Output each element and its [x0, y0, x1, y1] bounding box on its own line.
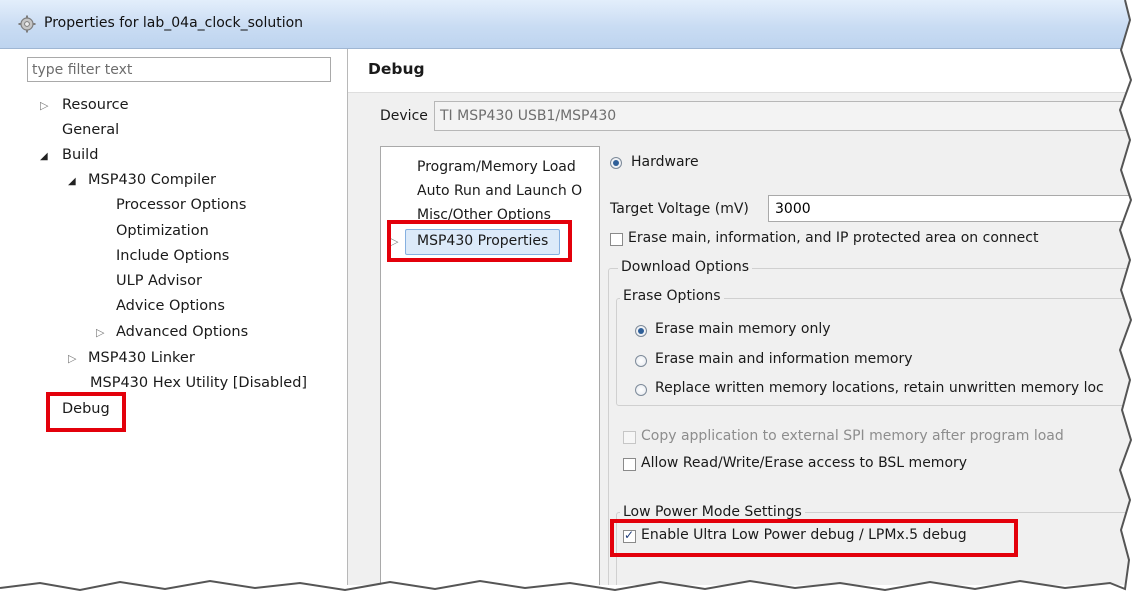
erase-main-info-label: Erase main and information memory — [655, 351, 913, 367]
device-label: Device — [380, 108, 428, 124]
triangle-right-icon[interactable]: ▷ — [96, 321, 104, 345]
erase-on-connect-checkbox[interactable] — [610, 233, 623, 246]
debug-category-list: Program/Memory Load Auto Run and Launch … — [380, 146, 600, 585]
low-power-title: Low Power Mode Settings — [620, 504, 805, 520]
debug-highlight-box — [46, 392, 126, 432]
tree-item-label: Advice Options — [116, 298, 225, 314]
debug-properties-pane: Debug Device TI MSP430 USB1/MSP430 Progr… — [348, 49, 1130, 585]
allow-bsl-label: Allow Read/Write/Erase access to BSL mem… — [641, 455, 968, 471]
page-header: Debug — [348, 49, 1130, 93]
tree-item-label: MSP430 Linker — [88, 350, 195, 366]
copy-spi-checkbox[interactable] — [623, 431, 636, 444]
tree-item-label: Resource — [62, 97, 129, 113]
tree-item-processor-options[interactable]: Processor Options — [116, 193, 246, 217]
page-title: Debug — [368, 60, 425, 78]
tree-item-label: Processor Options — [116, 197, 247, 213]
tree-item-ulp-advisor[interactable]: ULP Advisor — [116, 269, 202, 293]
gear-icon — [18, 15, 36, 33]
tree-item-label: Build — [62, 147, 99, 163]
title-bar[interactable]: Properties for lab_04a_clock_solution — [0, 0, 1130, 49]
triangle-right-icon[interactable]: ▷ — [40, 94, 48, 118]
tree-item-label: MSP430 Hex Utility [Disabled] — [90, 375, 308, 391]
erase-main-info-radio[interactable] — [635, 355, 647, 367]
erase-on-connect-label: Erase main, information, and IP protecte… — [628, 230, 1039, 246]
download-options-title: Download Options — [618, 259, 753, 275]
triangle-right-icon[interactable]: ▷ — [68, 347, 76, 371]
replace-written-radio[interactable] — [635, 384, 647, 396]
category-tree-pane: ▷ Resource General ◢ Build ◢ MSP430 Comp… — [0, 49, 348, 585]
filter-input[interactable] — [27, 57, 331, 82]
tree-item-label: ULP Advisor — [116, 273, 202, 289]
category-auto-run[interactable]: Auto Run and Launch O — [417, 180, 599, 202]
hardware-label: Hardware — [631, 154, 699, 170]
window-title: Properties for lab_04a_clock_solution — [44, 15, 304, 31]
tree-item-label: General — [62, 122, 120, 138]
triangle-down-icon[interactable]: ◢ — [68, 170, 76, 194]
copy-spi-label: Copy application to external SPI memory … — [641, 428, 1064, 444]
replace-written-label: Replace written memory locations, retain… — [655, 380, 1104, 396]
msp430-properties-settings: Hardware Target Voltage (mV) Erase main,… — [598, 146, 1130, 585]
msp430-properties-highlight-box — [387, 220, 572, 262]
tree-item-include-options[interactable]: Include Options — [116, 244, 229, 268]
target-voltage-input[interactable] — [768, 195, 1130, 222]
debug-settings-body: Device TI MSP430 USB1/MSP430 Program/Mem… — [348, 93, 1130, 585]
hardware-radio[interactable] — [610, 157, 622, 169]
erase-main-only-radio[interactable] — [635, 325, 647, 337]
erase-main-only-label: Erase main memory only — [655, 321, 831, 337]
target-voltage-label: Target Voltage (mV) — [610, 201, 749, 217]
triangle-down-icon[interactable]: ◢ — [40, 145, 48, 169]
tree-item-label: Include Options — [116, 248, 230, 264]
category-program-memory-load[interactable]: Program/Memory Load — [417, 156, 599, 178]
tree-item-label: MSP430 Compiler — [88, 172, 217, 188]
tree-item-label: Optimization — [116, 223, 209, 239]
tree-item-advice-options[interactable]: Advice Options — [116, 294, 225, 318]
tree-item-label: Advanced Options — [116, 324, 249, 340]
device-field[interactable]: TI MSP430 USB1/MSP430 — [434, 101, 1130, 131]
erase-options-title: Erase Options — [620, 288, 724, 304]
allow-bsl-checkbox[interactable] — [623, 458, 636, 471]
properties-window: Properties for lab_04a_clock_solution ▷ … — [0, 0, 1130, 585]
tree-item-optimization[interactable]: Optimization — [116, 219, 209, 243]
tree-item-general[interactable]: General — [62, 118, 119, 142]
ulp-debug-highlight-box — [610, 519, 1018, 557]
